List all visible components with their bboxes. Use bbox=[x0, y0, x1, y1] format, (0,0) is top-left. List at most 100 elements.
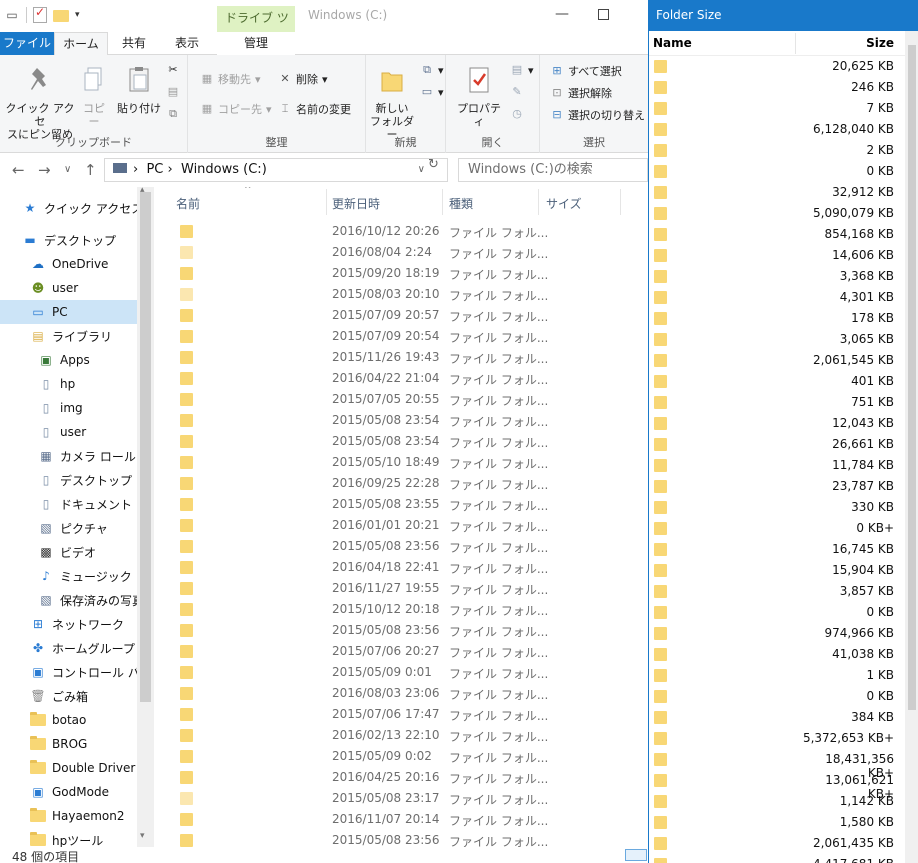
folder-size-scrollbar[interactable] bbox=[905, 31, 918, 863]
folder-size-scrollbar-thumb[interactable] bbox=[908, 45, 916, 710]
nav-item-pictures[interactable]: ▧ ピクチャ bbox=[38, 516, 108, 540]
table-row[interactable]: 2016/09/25 22:28 ファイル フォル... bbox=[154, 473, 648, 494]
edit-button[interactable]: ✎ bbox=[510, 85, 524, 99]
list-item[interactable]: 32,912 KB bbox=[649, 182, 905, 203]
properties-qat-icon[interactable] bbox=[33, 5, 47, 23]
address-dropdown-icon[interactable]: ∨ bbox=[418, 159, 425, 181]
table-row[interactable]: 2015/07/06 17:47 ファイル フォル... bbox=[154, 704, 648, 725]
list-item[interactable]: 3,857 KB bbox=[649, 581, 905, 602]
copy-to-button[interactable]: ▦ コピー先 ▾ bbox=[200, 101, 272, 117]
list-item[interactable]: 0 KB bbox=[649, 161, 905, 182]
table-row[interactable]: 2015/05/09 0:01 ファイル フォル... bbox=[154, 662, 648, 683]
list-item[interactable]: 854,168 KB bbox=[649, 224, 905, 245]
rename-button[interactable]: ⌶ 名前の変更 bbox=[278, 101, 351, 117]
table-row[interactable]: 2015/07/05 20:55 ファイル フォル... bbox=[154, 389, 648, 410]
history-button[interactable]: ◷ bbox=[510, 107, 524, 121]
column-type[interactable]: 種類 bbox=[449, 195, 473, 212]
address-box[interactable]: › PC › Windows (C:) ∨ bbox=[104, 158, 448, 182]
list-item[interactable]: 4,301 KB bbox=[649, 287, 905, 308]
copy-path-button[interactable]: ▤ bbox=[166, 85, 180, 99]
list-item[interactable]: 401 KB bbox=[649, 371, 905, 392]
table-row[interactable]: 2016/04/22 21:04 ファイル フォル... bbox=[154, 368, 648, 389]
easy-access-button[interactable]: ▭ ▾ bbox=[420, 85, 444, 99]
nav-item-img[interactable]: ▯ img bbox=[38, 396, 83, 420]
minimize-button[interactable]: — bbox=[555, 6, 569, 22]
table-row[interactable]: 2015/05/08 23:54 ファイル フォル... bbox=[154, 410, 648, 431]
list-item[interactable]: 41,038 KB bbox=[649, 644, 905, 665]
maximize-button[interactable] bbox=[598, 9, 609, 20]
table-row[interactable]: 2015/05/08 23:56 ファイル フォル... bbox=[154, 620, 648, 641]
new-folder-qat-icon[interactable] bbox=[53, 10, 69, 22]
nav-item-camera-roll[interactable]: ▦ カメラ ロール bbox=[38, 444, 136, 468]
pin-to-quick-access-button[interactable]: クイック アクセ スにピン留め bbox=[4, 65, 76, 141]
list-item[interactable]: 23,787 KB bbox=[649, 476, 905, 497]
column-divider[interactable] bbox=[795, 33, 796, 54]
back-arrow-icon[interactable]: ← bbox=[12, 161, 25, 179]
list-item[interactable]: 12,043 KB bbox=[649, 413, 905, 434]
list-item[interactable]: 751 KB bbox=[649, 392, 905, 413]
table-row[interactable]: 2016/02/13 22:10 ファイル フォル... bbox=[154, 725, 648, 746]
column-size[interactable]: Size bbox=[824, 36, 894, 50]
nav-item-hp[interactable]: ▯ hp bbox=[38, 372, 76, 396]
forward-arrow-icon[interactable]: → bbox=[38, 161, 51, 179]
table-row[interactable]: 2015/05/08 23:56 ファイル フォル... bbox=[154, 830, 648, 847]
table-row[interactable]: 2015/07/09 20:57 ファイル フォル... bbox=[154, 305, 648, 326]
nav-item-brog[interactable]: BROG bbox=[30, 732, 87, 756]
nav-item-onedrive[interactable]: ☁ OneDrive bbox=[30, 252, 108, 276]
nav-item-documents[interactable]: ▯ ドキュメント bbox=[38, 492, 132, 516]
select-none-button[interactable]: ⊡ 選択解除 bbox=[550, 85, 612, 101]
list-item[interactable]: 20,625 KB bbox=[649, 56, 905, 77]
tab-file[interactable]: ファイル bbox=[0, 32, 54, 55]
list-item[interactable]: 16,745 KB bbox=[649, 539, 905, 560]
list-item[interactable]: 3,368 KB bbox=[649, 266, 905, 287]
breadcrumb-drive[interactable]: Windows (C:) bbox=[181, 162, 267, 177]
list-item[interactable]: 5,372,653 KB+ bbox=[649, 728, 905, 749]
nav-item-user[interactable]: ☻ user bbox=[30, 276, 78, 300]
tab-home[interactable]: ホーム bbox=[54, 32, 108, 55]
crumb-separator-icon[interactable]: › bbox=[133, 162, 138, 177]
list-item[interactable]: 4,417,681 KB bbox=[649, 854, 905, 863]
nav-item-double-driver[interactable]: Double Driver bbox=[30, 756, 135, 780]
list-item[interactable]: 26,661 KB bbox=[649, 434, 905, 455]
table-row[interactable]: 2016/04/25 20:16 ファイル フォル... bbox=[154, 767, 648, 788]
nav-item-botao[interactable]: botao bbox=[30, 708, 86, 732]
new-folder-button[interactable]: 新しい フォルダー bbox=[368, 65, 416, 141]
paste-shortcut-button[interactable]: ⧉ bbox=[166, 107, 180, 121]
paste-button[interactable]: 貼り付け bbox=[114, 65, 164, 115]
list-item[interactable]: 1,580 KB bbox=[649, 812, 905, 833]
column-divider[interactable] bbox=[442, 189, 443, 215]
up-arrow-icon[interactable]: ↑ bbox=[84, 161, 97, 179]
nav-item-saved-pictures[interactable]: ▧ 保存済みの写真 bbox=[38, 588, 144, 612]
nav-item-desktop-lib[interactable]: ▯ デスクトップ bbox=[38, 468, 132, 492]
nav-item-desktop[interactable]: ▬ デスクトップ bbox=[22, 228, 116, 252]
column-name[interactable]: Name bbox=[653, 36, 692, 50]
system-menu-icon[interactable]: ▭ bbox=[4, 7, 20, 23]
nav-item-user-lib[interactable]: ▯ user bbox=[38, 420, 87, 444]
tab-share[interactable]: 共有 bbox=[112, 32, 156, 55]
nav-item-music[interactable]: ♪ ミュージック bbox=[38, 564, 132, 588]
column-divider[interactable] bbox=[620, 189, 621, 215]
table-row[interactable]: 2015/05/10 18:49 ファイル フォル... bbox=[154, 452, 648, 473]
column-date[interactable]: 更新日時 bbox=[332, 195, 380, 212]
list-item[interactable]: 2 KB bbox=[649, 140, 905, 161]
table-row[interactable]: 2015/05/09 0:02 ファイル フォル... bbox=[154, 746, 648, 767]
move-to-button[interactable]: ▦ 移動先 ▾ bbox=[200, 71, 261, 87]
copy-button[interactable]: コピー bbox=[78, 65, 110, 128]
table-row[interactable]: 2016/08/04 2:24 ファイル フォル... bbox=[154, 242, 648, 263]
list-item[interactable]: 6,128,040 KB bbox=[649, 119, 905, 140]
nav-item-godmode[interactable]: ▣ GodMode bbox=[30, 780, 109, 804]
list-item[interactable]: 0 KB bbox=[649, 602, 905, 623]
table-row[interactable]: 2015/05/08 23:54 ファイル フォル... bbox=[154, 431, 648, 452]
recent-locations-icon[interactable]: ∨ bbox=[64, 164, 71, 175]
cut-button[interactable]: ✂ bbox=[166, 63, 180, 77]
crumb-separator-icon[interactable]: › bbox=[168, 162, 173, 177]
column-size[interactable]: サイズ bbox=[546, 195, 582, 212]
list-item[interactable]: 5,090,079 KB bbox=[649, 203, 905, 224]
nav-item-videos[interactable]: ▩ ビデオ bbox=[38, 540, 96, 564]
list-item[interactable]: 14,606 KB bbox=[649, 245, 905, 266]
table-row[interactable]: 2015/08/03 20:10 ファイル フォル... bbox=[154, 284, 648, 305]
list-item[interactable]: 0 KB+ bbox=[649, 518, 905, 539]
list-item[interactable]: 246 KB bbox=[649, 77, 905, 98]
list-item[interactable]: 2,061,545 KB bbox=[649, 350, 905, 371]
table-row[interactable]: 2016/10/12 20:26 ファイル フォル... bbox=[154, 221, 648, 242]
